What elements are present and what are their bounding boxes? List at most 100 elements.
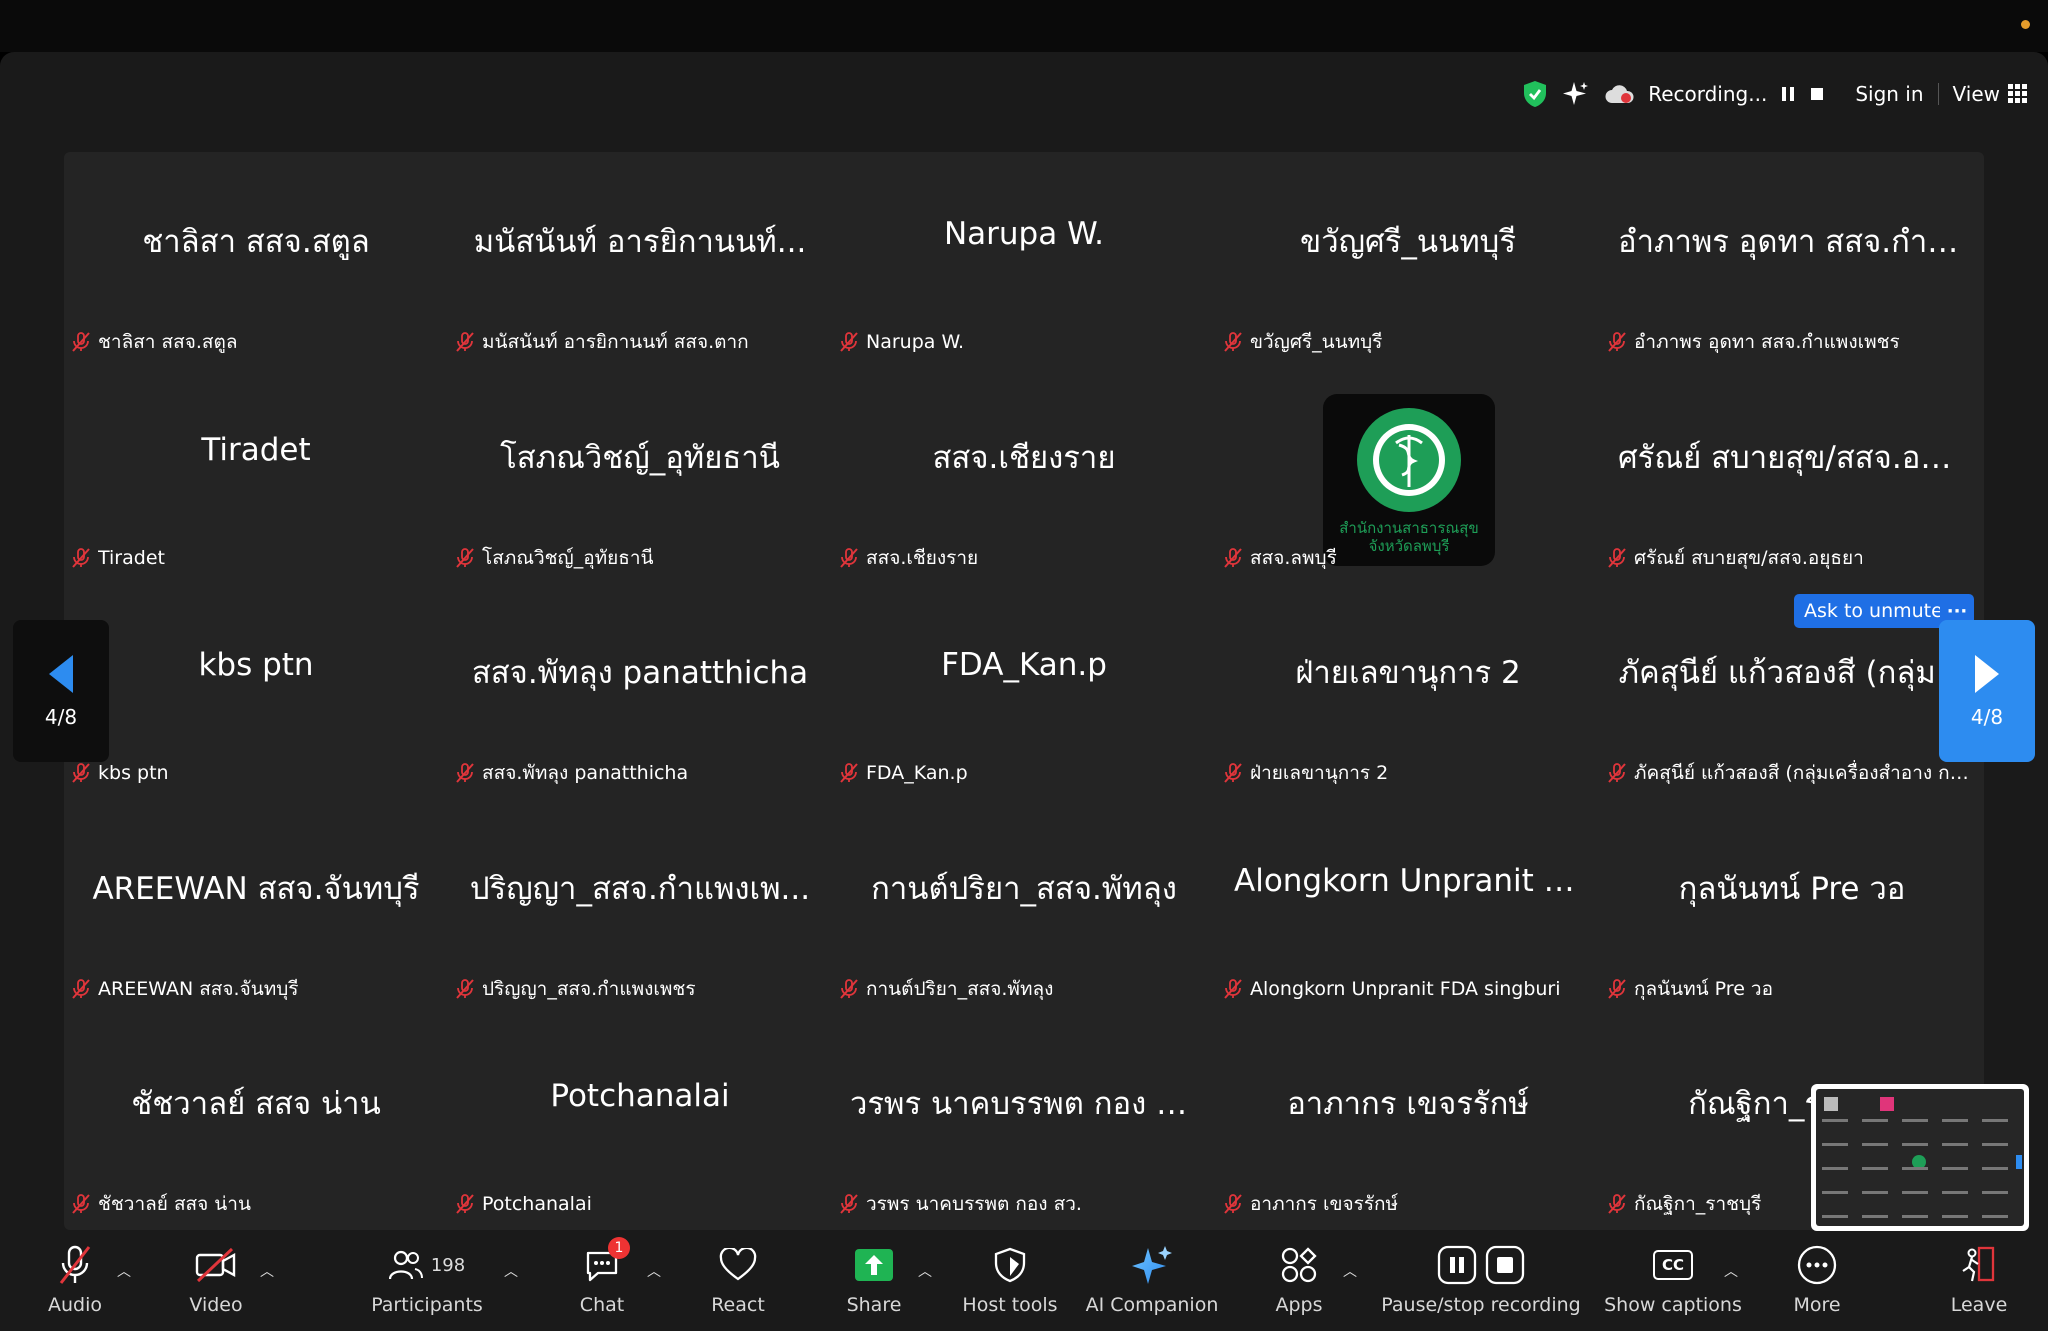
microphone-muted-icon [70,978,92,1000]
logo-text: สำนักงานสาธารณสุข จังหวัดลพบุรี [1339,518,1479,555]
camera-indicator-dot [2021,20,2030,29]
page-indicator-right: 4/8 [1970,705,2004,729]
participant-tile[interactable]: ชาลิสา สสจ.สตูล ชาลิสา สสจ.สตูล [64,152,448,367]
shield-check-icon[interactable] [1522,80,1548,108]
audio-options-caret[interactable]: ︿ [117,1261,131,1281]
apps-label: Apps [1275,1294,1323,1316]
share-options-caret[interactable]: ︿ [918,1261,932,1281]
host-tools-button[interactable]: Host tools [935,1241,1085,1316]
leave-button[interactable]: Leave [1904,1241,2048,1316]
participant-name: ชัชวาลย์ สสจ น่าน [131,1086,381,1123]
participant-tile[interactable]: ขวัญศรี_นนทบุรี ขวัญศรี_นนทบุรี [1216,152,1600,367]
thumbnail-tile-label [1902,1167,1928,1170]
pause-recording-icon[interactable] [1781,86,1795,102]
more-button[interactable]: More [1742,1241,1892,1316]
microphone-muted-icon [838,978,860,1000]
participant-label-text: อำภาพร อุดทา สสจ.กำแพงเพชร [1634,331,1900,353]
thumbnail-avatar [1880,1097,1894,1111]
participant-label: FDA_Kan.p [838,760,968,786]
microphone-muted-icon [838,1193,860,1215]
thumbnail-tile-label [1902,1215,1928,1218]
participant-tile[interactable]: มนัสนันท์ อารยิกานนท์... มนัสนันท์ อารยิก… [448,152,832,367]
participant-label-text: ภัคสุนีย์ แก้วสองสี (กลุ่มเครื่องสำอาง ก… [1634,762,1978,785]
participant-label-text: อาภากร เขจรรักษ์ [1250,1193,1399,1216]
thumbnail-tile-label [1862,1143,1888,1146]
thumbnail-tile-label [1942,1191,1968,1194]
participant-label-text: kbs ptn [98,762,169,785]
participant-label: ฝ่ายเลขานุการ 2 [1222,760,1388,786]
thumbnail-tile-label [1862,1119,1888,1122]
participant-tile[interactable]: กุลนันทน์ Pre วอ กุลนันทน์ Pre วอ [1600,799,1984,1014]
participant-tile[interactable]: FDA_Kan.p FDA_Kan.p [832,583,1216,798]
participant-label: ขวัญศรี_นนทบุรี [1222,329,1382,355]
participant-label-text: กุลนันทน์ Pre วอ [1634,977,1774,1000]
participant-tile[interactable]: อำภาพร อุดทา สสจ.กำแ... อำภาพร อุดทา สสจ.… [1600,152,1984,367]
thumbnail-tile-label [1942,1119,1968,1122]
participant-tile[interactable]: วรพร นาคบรรพต กอง สว. วรพร นาคบรรพต กอง ส… [832,1014,1216,1229]
participant-label: ชัชวาลย์ สสจ น่าน [70,1191,251,1217]
participant-tile[interactable]: ปริญญา_สสจ.กำแพงเพ... ปริญญา_สสจ.กำแพงเพช… [448,799,832,1014]
participant-name: ชาลิสา สสจ.สตูล [142,224,370,260]
participant-name: ฝ่ายเลขานุการ 2 [1295,655,1521,692]
gallery-grid: ชาลิสา สสจ.สตูล ชาลิสา สสจ.สตูล มนัสนันท์ … [64,152,1984,1230]
participant-tile[interactable]: kbs ptn kbs ptn [64,583,448,798]
participant-tile[interactable]: สสจ.เชียงราย สสจ.เชียงราย [832,368,1216,583]
view-button-label[interactable]: View [1953,82,2000,106]
thumbnail-tile-label [1902,1119,1928,1122]
shield-icon [994,1247,1026,1283]
ai-companion-button[interactable]: AI Companion [1077,1241,1227,1316]
participant-label-text: ปริญญา_สสจ.กำแพงเพชร [482,977,696,1000]
chat-options-caret[interactable]: ︿ [647,1261,661,1281]
thumbnail-tile-label [1862,1215,1888,1218]
participant-tile[interactable]: โสภณวิชญ์_อุทัยธานี โสภณวิชญ์_อุทัยธานี [448,368,832,583]
ask-to-unmute-button[interactable]: Ask to unmute [1794,594,1953,628]
participant-tile[interactable]: Narupa W. Narupa W. [832,152,1216,367]
apps-options-caret[interactable]: ︿ [1343,1261,1357,1281]
next-page-button[interactable]: 4/8 [1939,620,2035,762]
react-button[interactable]: React [663,1241,813,1316]
thumbnail-avatar [1824,1097,1838,1111]
share-label: Share [846,1294,902,1316]
grid-view-icon[interactable] [2008,84,2028,104]
participant-tile[interactable]: ศรัณย์ สบายสุข/สสจ.อยุ... ศรัณย์ สบายสุข/… [1600,368,1984,583]
participant-tile[interactable]: สสจ.พัทลุง panatthicha สสจ.พัทลุง panatth… [448,583,832,798]
thumbnail-tile-label [1822,1215,1848,1218]
pause-icon [1437,1245,1477,1285]
pause-stop-recording-button[interactable]: Pause/stop recording [1381,1241,1581,1316]
participants-button[interactable]: 198 Participants [352,1241,502,1316]
microphone-muted-icon [454,762,476,784]
thumbnail-tile-label [1822,1191,1848,1194]
thumbnail-tile-label [1822,1143,1848,1146]
stop-recording-icon[interactable] [1809,86,1825,102]
participant-label: สสจ.พัทลุง panatthicha [454,760,688,786]
share-screen-icon [855,1249,893,1281]
participants-options-caret[interactable]: ︿ [504,1261,518,1281]
video-options-caret[interactable]: ︿ [260,1261,274,1281]
participant-label: ชาลิสา สสจ.สตูล [70,329,237,355]
participant-name: FDA_Kan.p [941,647,1107,684]
thumbnail-tile-label [1982,1143,2008,1146]
cloud-recording-icon[interactable] [1604,83,1634,105]
participant-label-text: สสจ.เชียงราย [866,546,979,569]
sign-in-link[interactable]: Sign in [1855,82,1923,106]
participant-tile[interactable]: AREEWAN สสจ.จันทบุรี AREEWAN สสจ.จันทบุรี [64,799,448,1014]
participant-tile[interactable]: Potchanalai Potchanalai [448,1014,832,1229]
microphone-muted-icon [59,1245,91,1284]
previous-page-button[interactable]: 4/8 [13,620,109,762]
participant-name: สสจ.พัทลุง panatthicha [471,655,809,692]
participant-label: Alongkorn Unpranit FDA singburi [1222,976,1561,1002]
thumbnail-tile-label [1862,1191,1888,1194]
participant-tile[interactable]: ฝ่ายเลขานุการ 2 ฝ่ายเลขานุการ 2 [1216,583,1600,798]
participant-tile[interactable]: Tiradet Tiradet [64,368,448,583]
participant-label: อาภากร เขจรรักษ์ [1222,1191,1398,1217]
participant-tile[interactable]: ชัชวาลย์ สสจ น่าน ชัชวาลย์ สสจ น่าน [64,1014,448,1229]
self-view-thumbnail[interactable] [1811,1084,2029,1231]
participant-tile[interactable]: กานต์ปริยา_สสจ.พัทลุง กานต์ปริยา_สสจ.พัทล… [832,799,1216,1014]
participant-tile[interactable]: Alongkorn Unpranit FD... Alongkorn Unpran… [1216,799,1600,1014]
more-label: More [1793,1294,1841,1316]
participant-tile[interactable]: อาภากร เขจรรักษ์ อาภากร เขจรรักษ์ [1216,1014,1600,1229]
participant-tile[interactable]: สำนักงานสาธารณสุข จังหวัดลพบุรี สสจ.ลพบุร… [1216,368,1600,583]
ai-sparkle-icon[interactable] [1562,80,1590,108]
captions-options-caret[interactable]: ︿ [1724,1261,1738,1281]
thumbnail-tile-label [1822,1167,1848,1170]
